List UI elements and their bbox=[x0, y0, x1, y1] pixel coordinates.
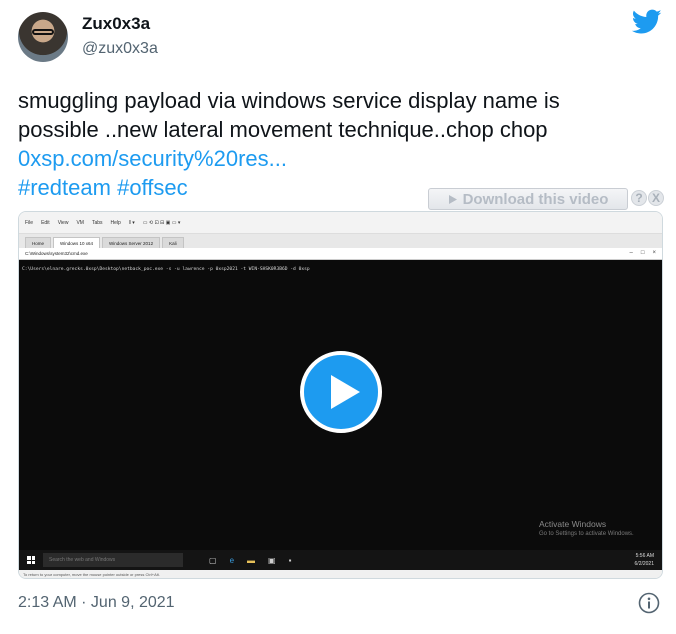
console-line: C:\Users\elnare.grecks.0xsp\Desktop\netb… bbox=[22, 267, 310, 272]
author-handle[interactable]: @zux0x3a bbox=[82, 40, 158, 58]
play-icon bbox=[331, 375, 360, 409]
vm-tab-server: Windows Server 2012 bbox=[102, 237, 161, 248]
system-tray: 5:56 AM 6/2/2021 bbox=[635, 552, 654, 568]
vm-status-bar: To return to your computer, move the mou… bbox=[19, 570, 662, 578]
avatar[interactable] bbox=[18, 12, 68, 62]
vm-tab-home: Home bbox=[25, 237, 52, 248]
twitter-bird-icon[interactable] bbox=[632, 9, 662, 35]
windows-start-icon bbox=[27, 556, 35, 564]
tweet-line-2: possible ..new lateral movement techniqu… bbox=[18, 117, 548, 142]
video-player[interactable]: File Edit View VM Tabs Help ‖ ▾ ▭ ⟲ ⊡ ⊟ … bbox=[18, 211, 663, 579]
pause-icon: ‖ ▾ bbox=[128, 219, 135, 226]
menu-view: View bbox=[57, 219, 69, 226]
hashtag-offsec[interactable]: #offsec bbox=[117, 175, 188, 200]
vm-menubar: File Edit View VM Tabs Help ‖ ▾ ▭ ⟲ ⊡ ⊟ … bbox=[19, 212, 662, 234]
activate-windows-sub: Go to Settings to activate Windows. bbox=[539, 531, 634, 537]
download-video-button[interactable]: Download this video bbox=[428, 188, 628, 210]
vm-tab-win10: Windows 10 x64 bbox=[53, 237, 101, 248]
tray-time: 5:56 AM bbox=[635, 553, 654, 559]
hashtag-redteam[interactable]: #redteam bbox=[18, 175, 111, 200]
taskbar: Search the web and Windows ▢ e ▬ ▣ ▪ 5:5… bbox=[19, 550, 662, 570]
tweet-text: smuggling payload via windows service di… bbox=[18, 86, 658, 202]
activate-windows-title: Activate Windows bbox=[539, 519, 607, 529]
tweet-link[interactable]: 0xsp.com/security%20res... bbox=[18, 144, 658, 173]
menu-tabs: Tabs bbox=[91, 219, 103, 226]
vm-tab-kali: Kali bbox=[162, 237, 184, 248]
info-icon[interactable] bbox=[638, 592, 660, 614]
taskbar-search: Search the web and Windows bbox=[43, 553, 183, 567]
help-button[interactable]: ? bbox=[631, 190, 647, 206]
vm-tabs: Home Windows 10 x64 Windows Server 2012 … bbox=[19, 234, 662, 248]
tweet-timestamp[interactable]: 2:13 AM · Jun 9, 2021 bbox=[18, 594, 175, 612]
vm-tools-icon: ▭ ⟲ ⊡ ⊟ ▣ ▭ ▾ bbox=[142, 219, 181, 226]
cmd-icon: ▪ bbox=[288, 555, 292, 565]
tray-date: 6/2/2021 bbox=[634, 561, 654, 567]
play-button[interactable] bbox=[300, 351, 382, 433]
author-name[interactable]: Zux0x3a bbox=[82, 14, 150, 34]
close-badge-button[interactable]: X bbox=[648, 190, 664, 206]
menu-file: File bbox=[25, 219, 34, 226]
menu-edit: Edit bbox=[41, 219, 50, 226]
menu-help: Help bbox=[110, 219, 121, 226]
store-icon: ▣ bbox=[268, 555, 276, 565]
tweet-card: Zux0x3a @zux0x3a smuggling payload via w… bbox=[0, 0, 676, 634]
cmd-window-title: C:\Windows\system32\cmd.exe bbox=[19, 248, 662, 260]
tweet-line-1: smuggling payload via windows service di… bbox=[18, 88, 560, 113]
taskbar-icons: ▢ e ▬ ▣ ▪ bbox=[209, 556, 291, 565]
menu-vm: VM bbox=[76, 219, 84, 226]
task-view-icon: ▢ bbox=[209, 555, 217, 565]
download-label: Download this video bbox=[462, 190, 609, 208]
window-controls: – □ × bbox=[629, 250, 656, 256]
edge-icon: e bbox=[229, 555, 235, 565]
folder-icon: ▬ bbox=[247, 555, 256, 565]
play-small-icon bbox=[448, 194, 457, 204]
